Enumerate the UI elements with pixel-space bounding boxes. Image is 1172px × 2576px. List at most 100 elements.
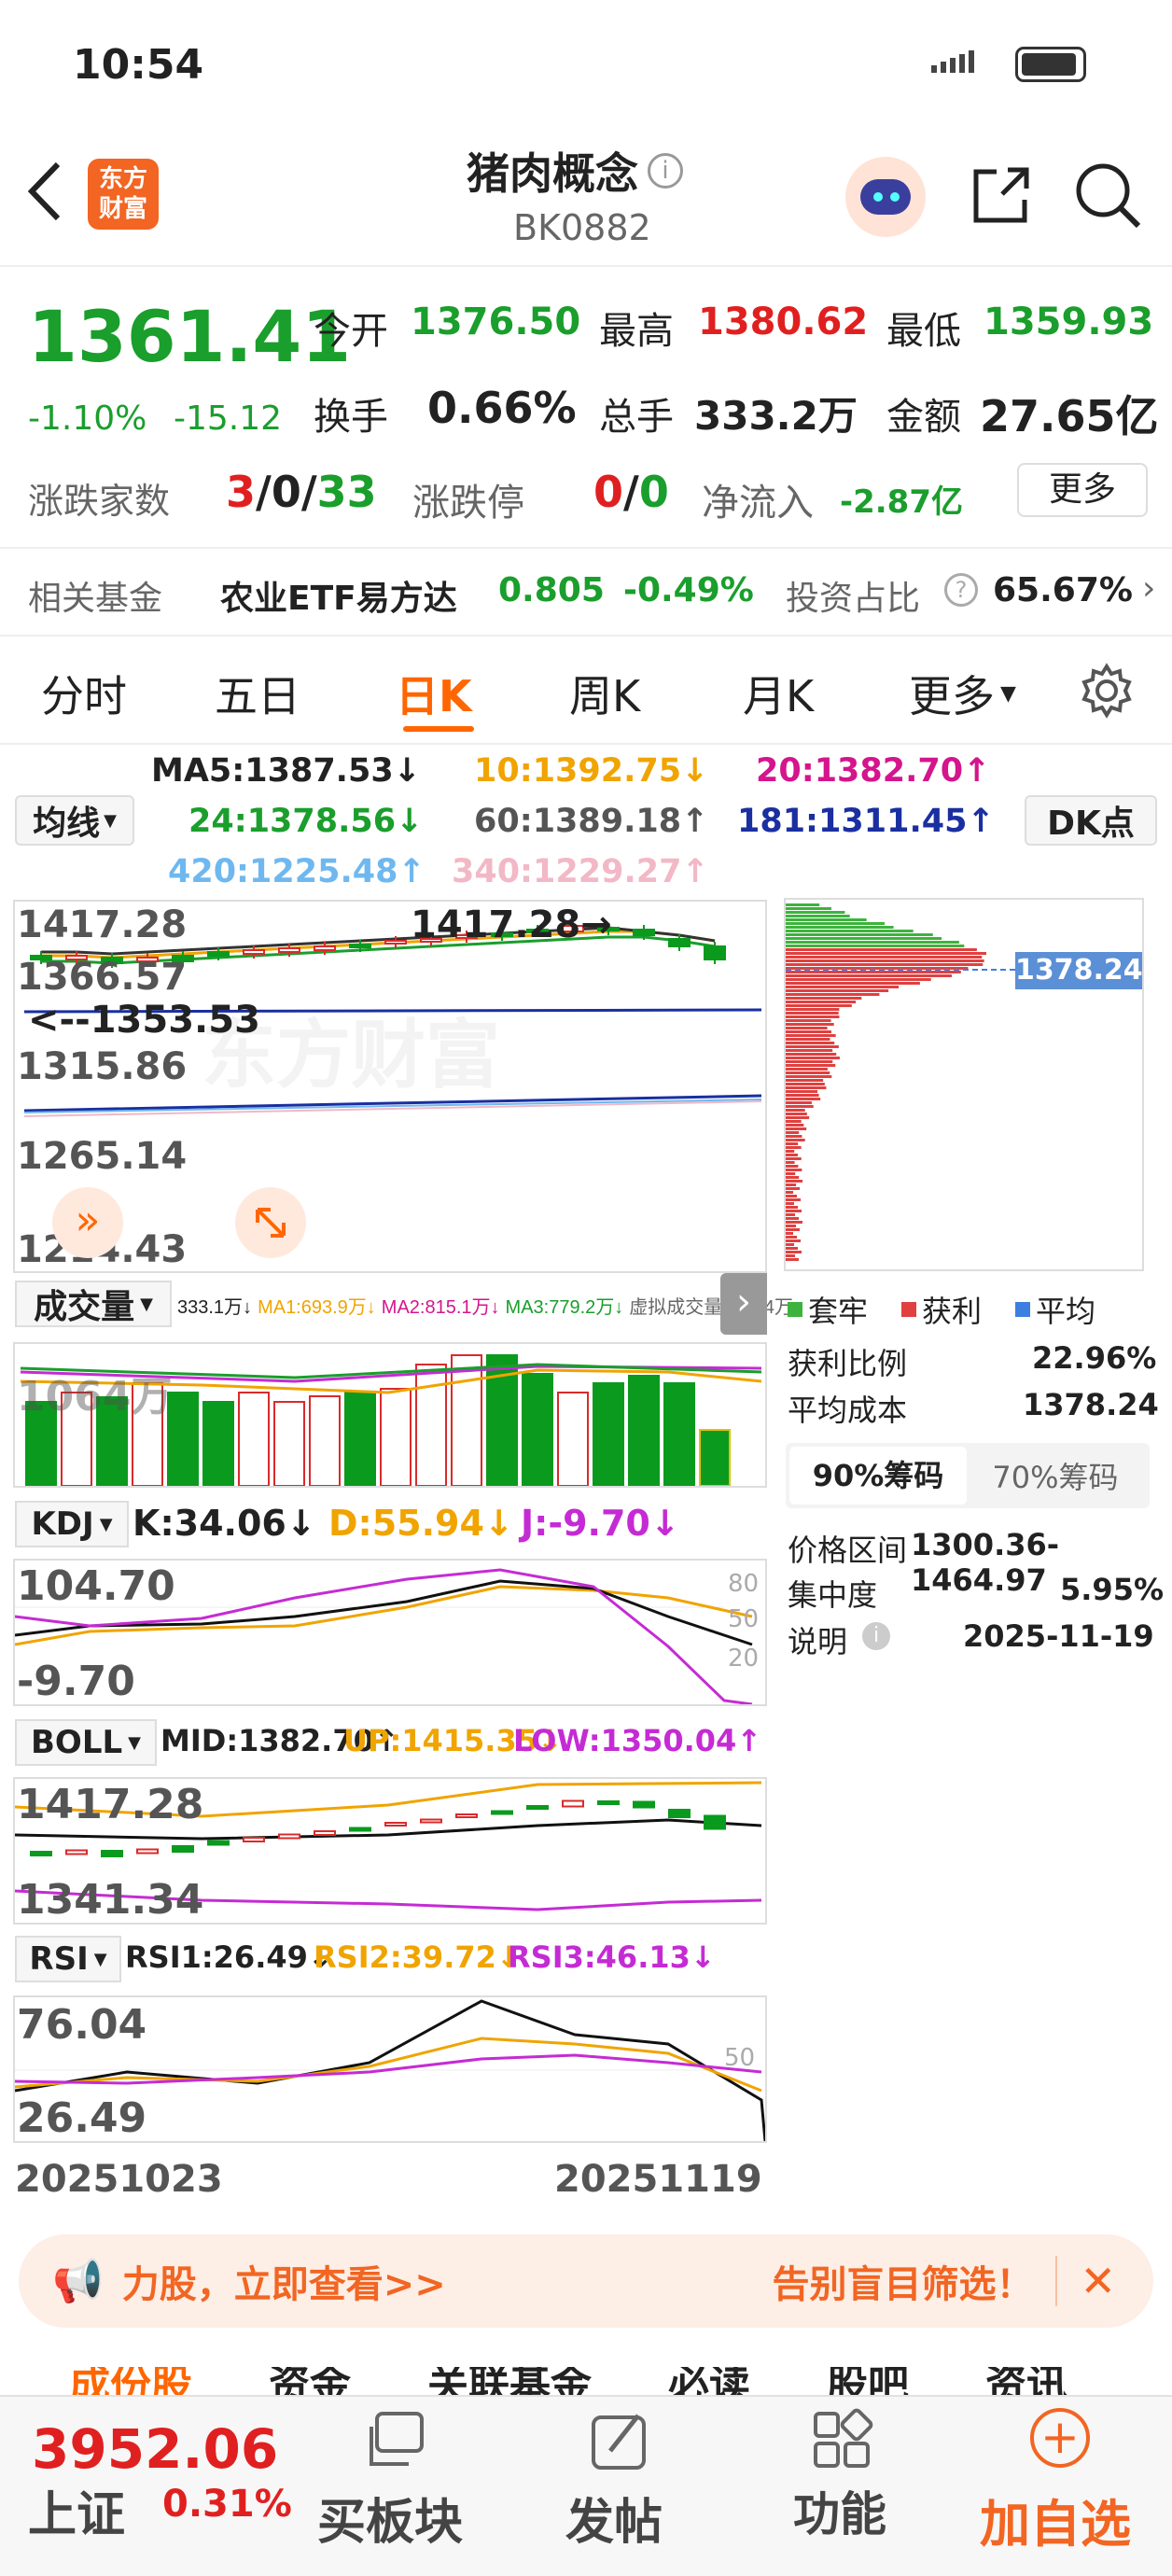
- tab-weekly-k[interactable]: 周K: [569, 663, 640, 724]
- candle: [420, 1818, 442, 1824]
- chip-bar: [786, 1038, 830, 1041]
- candle: [526, 1805, 549, 1810]
- chip-bar: [786, 1015, 840, 1018]
- candle: [65, 1849, 88, 1855]
- chip-bar: [786, 1202, 795, 1205]
- expand-icon[interactable]: [235, 1187, 306, 1258]
- chip-bar: [786, 1105, 814, 1108]
- ma-legend-item: 10:1392.75↓: [474, 752, 709, 790]
- chip-bar: [786, 1012, 839, 1015]
- y-label: 76.04: [17, 2001, 147, 2049]
- open-value: 1376.50: [411, 301, 581, 343]
- chip-bar: [786, 1075, 832, 1078]
- chip-bar: [786, 978, 931, 981]
- dk-point-button[interactable]: DK点: [1025, 795, 1157, 846]
- candle: [349, 1827, 371, 1832]
- volume-bar: [344, 1392, 376, 1487]
- kdj-select[interactable]: KDJ ▼: [15, 1501, 129, 1547]
- tab-daily-k[interactable]: 日K: [396, 663, 472, 724]
- assistant-avatar-icon[interactable]: [845, 157, 926, 237]
- ma-select[interactable]: 均线 ▼: [15, 795, 134, 846]
- post-button[interactable]: 发帖: [565, 2483, 663, 2553]
- chip-bar: [786, 1135, 802, 1138]
- more-button[interactable]: 更多: [1017, 463, 1148, 517]
- chip-bar: [786, 1236, 798, 1239]
- battery-icon: [1015, 47, 1086, 82]
- chip-bar: [786, 1064, 836, 1067]
- chip-distribution-chart[interactable]: 1378.24: [784, 898, 1144, 1271]
- buy-board-icon[interactable]: [364, 2408, 429, 2477]
- volume-y-label: 1064万: [17, 1373, 173, 1421]
- chip-bar: [786, 1094, 819, 1097]
- tab-70-chips[interactable]: 70%筹码: [967, 1454, 1144, 1497]
- rsi-chart[interactable]: 76.04 26.49 50: [13, 1995, 767, 2143]
- add-watchlist-button[interactable]: 加自选: [980, 2483, 1131, 2556]
- share-icon[interactable]: [969, 162, 1034, 231]
- chip-bar: [786, 1161, 795, 1164]
- chip-bar: [786, 993, 880, 996]
- chip-bar: [786, 1027, 828, 1029]
- fund-name[interactable]: 农业ETF易方达: [220, 571, 457, 620]
- boll-select[interactable]: BOLL ▼: [15, 1719, 157, 1766]
- panel-toggle-chevron-icon[interactable]: ›: [720, 1273, 767, 1335]
- back-icon[interactable]: [24, 159, 65, 224]
- chip-bar: [786, 1176, 800, 1179]
- volume-select[interactable]: 成交量 ▼: [15, 1281, 172, 1327]
- tab-related-fund[interactable]: 关联基金: [427, 2367, 592, 2395]
- volume-bar: [451, 1354, 482, 1487]
- add-watchlist-icon[interactable]: +: [1030, 2408, 1090, 2468]
- chip-bar: [786, 1113, 807, 1115]
- chip-bar: [786, 1086, 827, 1089]
- boll-chart[interactable]: 1417.28 1341.34: [13, 1777, 767, 1925]
- tab-capital[interactable]: 资金: [269, 2367, 351, 2395]
- tab-five-day[interactable]: 五日: [215, 663, 300, 724]
- chip-bar: [786, 1023, 834, 1026]
- low-value: 1359.93: [984, 301, 1154, 343]
- y-label: 1341.34: [17, 1876, 204, 1924]
- tab-monthly-k[interactable]: 月K: [743, 663, 814, 724]
- candle: [384, 1822, 407, 1827]
- change-value: -15.12: [174, 399, 283, 438]
- tab-timeshare[interactable]: 分时: [41, 663, 127, 724]
- info-icon[interactable]: i: [862, 1622, 890, 1650]
- chip-bar: [786, 911, 845, 914]
- help-icon[interactable]: ?: [944, 573, 978, 607]
- chip-bar: [786, 1206, 799, 1209]
- kdj-chart[interactable]: 104.70 -9.70 80 50 20: [13, 1559, 767, 1706]
- chip-bar: [786, 1251, 802, 1253]
- rsi-select[interactable]: RSI ▼: [15, 1936, 121, 1982]
- chip-bar: [786, 907, 831, 910]
- index-value[interactable]: 3952.06: [32, 2417, 278, 2481]
- chip-bar: [786, 1169, 802, 1171]
- avg-cost-value: 1378.24: [1023, 1387, 1159, 1422]
- chevron-right-icon: ›: [1142, 569, 1156, 608]
- chip-bar: [786, 1045, 839, 1048]
- buy-board-button[interactable]: 买板块: [317, 2483, 463, 2553]
- search-icon[interactable]: [1073, 161, 1144, 235]
- chip-bar: [786, 1172, 796, 1175]
- chip-bar: [786, 1258, 799, 1261]
- tab-forum[interactable]: 股吧: [827, 2367, 909, 2395]
- candle: [172, 1845, 194, 1853]
- tab-news[interactable]: 资讯: [985, 2367, 1067, 2395]
- chip-bar: [786, 1198, 802, 1201]
- profit-ratio-value: 22.96%: [1032, 1340, 1157, 1376]
- double-arrow-icon[interactable]: »: [52, 1187, 123, 1258]
- tab-constituents[interactable]: 成份股: [69, 2367, 192, 2395]
- tab-more[interactable]: 更多 ▼: [909, 663, 1016, 724]
- close-icon[interactable]: ✕: [1055, 2256, 1116, 2306]
- promo-banner[interactable]: 📢 力股，立即查看>> 告别盲目筛选！ ✕: [19, 2234, 1153, 2328]
- tab-90-chips[interactable]: 90%筹码: [789, 1447, 967, 1505]
- netflow-value: -2.87亿: [840, 483, 963, 521]
- date-start: 20251023: [15, 2158, 223, 2201]
- volume-chart[interactable]: 1064万: [13, 1342, 767, 1488]
- function-button[interactable]: 功能: [793, 2477, 886, 2544]
- edit-post-icon[interactable]: [588, 2408, 653, 2477]
- kline-chart[interactable]: 东方财富 1417.28 1366.57 1315.86 1265.14 121…: [13, 900, 767, 1273]
- function-grid-icon[interactable]: [810, 2408, 875, 2477]
- chip-legend: 套牢 获利 平均: [788, 1288, 1095, 1331]
- note-label: 说明: [788, 1624, 848, 1659]
- settings-gear-icon[interactable]: [1079, 663, 1135, 722]
- index-name[interactable]: 上证: [28, 2475, 125, 2545]
- tab-must-read[interactable]: 必读: [668, 2367, 750, 2395]
